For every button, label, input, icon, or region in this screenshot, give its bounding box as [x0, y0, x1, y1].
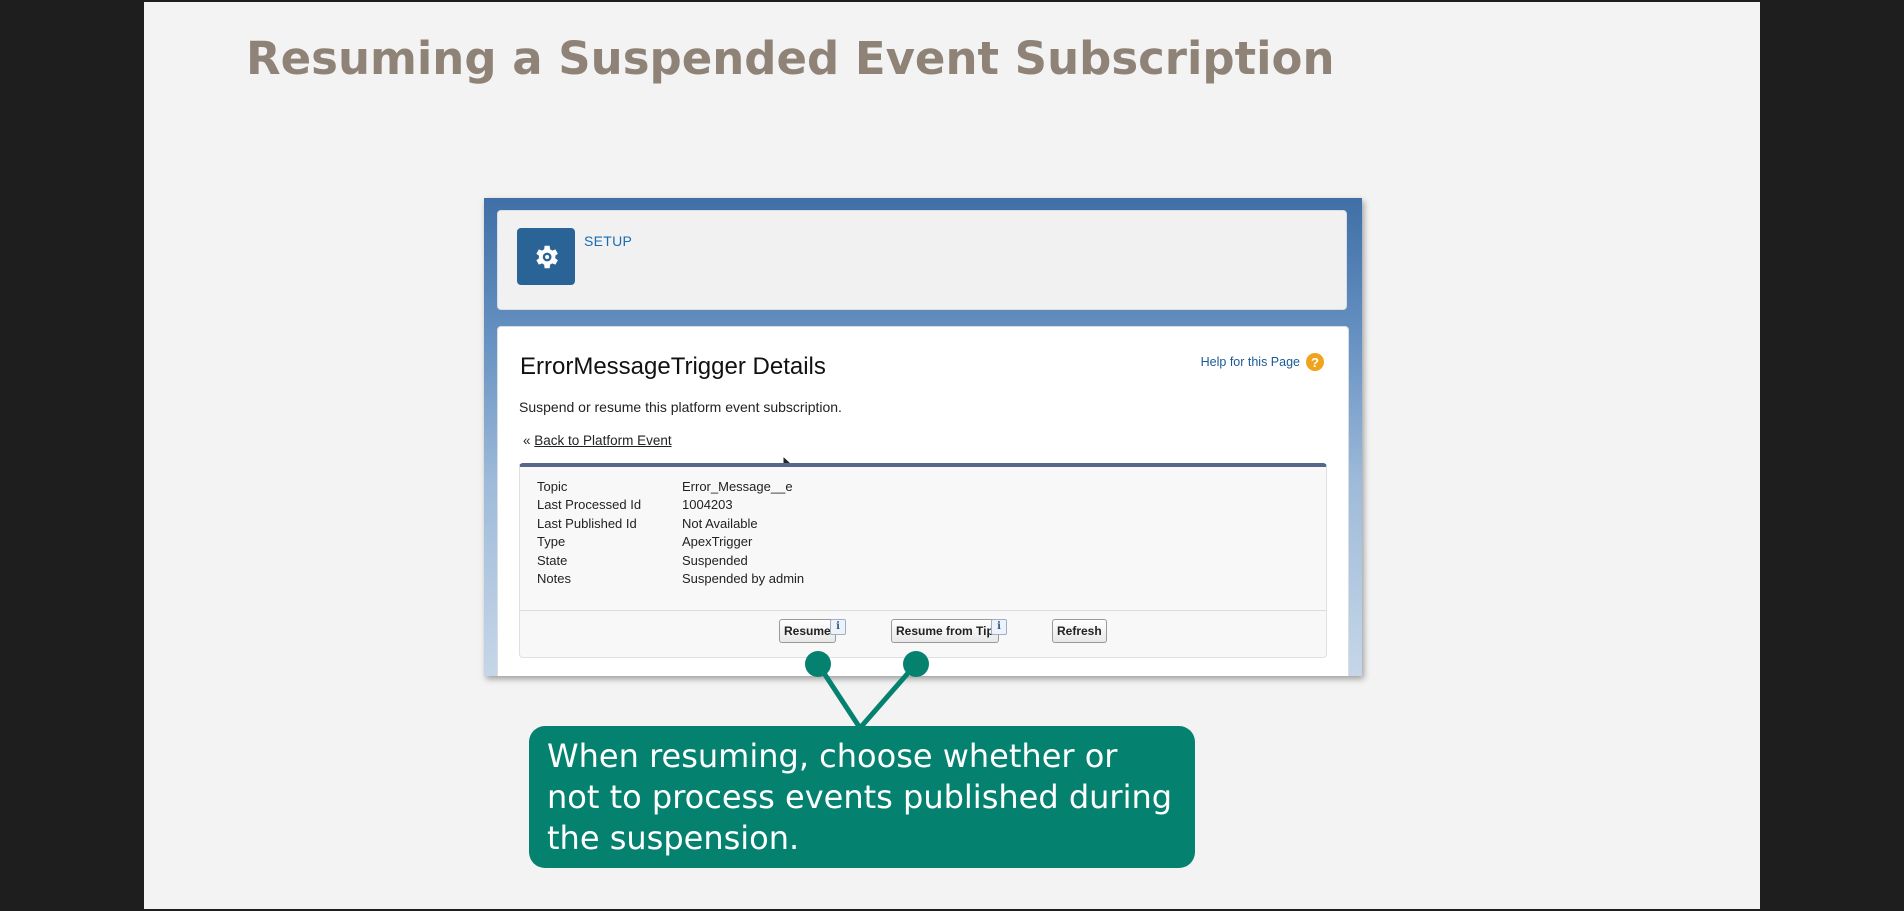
details-card: ErrorMessageTrigger Details Help for thi… — [497, 326, 1349, 676]
field-row-last-published-id: Last Published Id Not Available — [537, 514, 804, 533]
field-label: Last Processed Id — [537, 497, 642, 513]
page-heading: ErrorMessageTrigger Details — [520, 353, 826, 380]
field-value: ApexTrigger — [682, 534, 753, 550]
screenshot-panel: SETUP ErrorMessageTrigger Details Help f… — [484, 198, 1362, 676]
resume-from-tip-info-icon[interactable]: i — [991, 619, 1007, 635]
field-label: Type — [537, 534, 566, 550]
field-row-last-processed-id: Last Processed Id 1004203 — [537, 496, 804, 515]
subscription-fields-table: Topic Error_Message__e Last Processed Id… — [537, 477, 804, 588]
resume-from-tip-button[interactable]: Resume from Tip — [891, 619, 999, 643]
gear-icon — [536, 245, 558, 268]
callout-box: When resuming, choose whether or not to … — [529, 726, 1195, 868]
slide-title: Resuming a Suspended Event Subscription — [246, 32, 1335, 85]
slide: Resuming a Suspended Event Subscription … — [144, 2, 1760, 909]
field-value: 1004203 — [682, 497, 733, 513]
page-description: Suspend or resume this platform event su… — [519, 399, 842, 415]
back-to-platform-event-link[interactable]: Back to Platform Event — [534, 433, 671, 448]
field-row-notes: Notes Suspended by admin — [537, 570, 804, 589]
field-label: Last Published Id — [537, 515, 637, 531]
help-link[interactable]: Help for this Page ? — [1201, 353, 1324, 371]
field-label: Topic — [537, 478, 568, 494]
field-label: Notes — [537, 571, 571, 587]
setup-icon-tile[interactable] — [517, 228, 575, 285]
field-label: State — [537, 552, 568, 568]
field-row-topic: Topic Error_Message__e — [537, 477, 804, 496]
help-link-label[interactable]: Help for this Page — [1201, 355, 1300, 369]
refresh-button[interactable]: Refresh — [1052, 619, 1107, 643]
breadcrumb: « Back to Platform Event — [523, 433, 672, 448]
subscription-info-block: Topic Error_Message__e Last Processed Id… — [519, 463, 1327, 658]
button-row: Resume i Resume from Tip i Refresh — [520, 610, 1326, 657]
question-icon[interactable]: ? — [1306, 353, 1324, 371]
field-row-state: State Suspended — [537, 551, 804, 570]
field-value: Error_Message__e — [682, 478, 793, 494]
field-value: Suspended by admin — [682, 571, 805, 587]
field-value: Suspended — [682, 552, 748, 568]
resume-info-icon[interactable]: i — [830, 619, 846, 635]
field-value: Not Available — [682, 515, 758, 531]
setup-header: SETUP — [497, 210, 1347, 310]
resume-button[interactable]: Resume — [779, 619, 836, 643]
back-prefix: « — [523, 433, 531, 448]
field-row-type: Type ApexTrigger — [537, 533, 804, 552]
setup-label[interactable]: SETUP — [584, 233, 632, 249]
